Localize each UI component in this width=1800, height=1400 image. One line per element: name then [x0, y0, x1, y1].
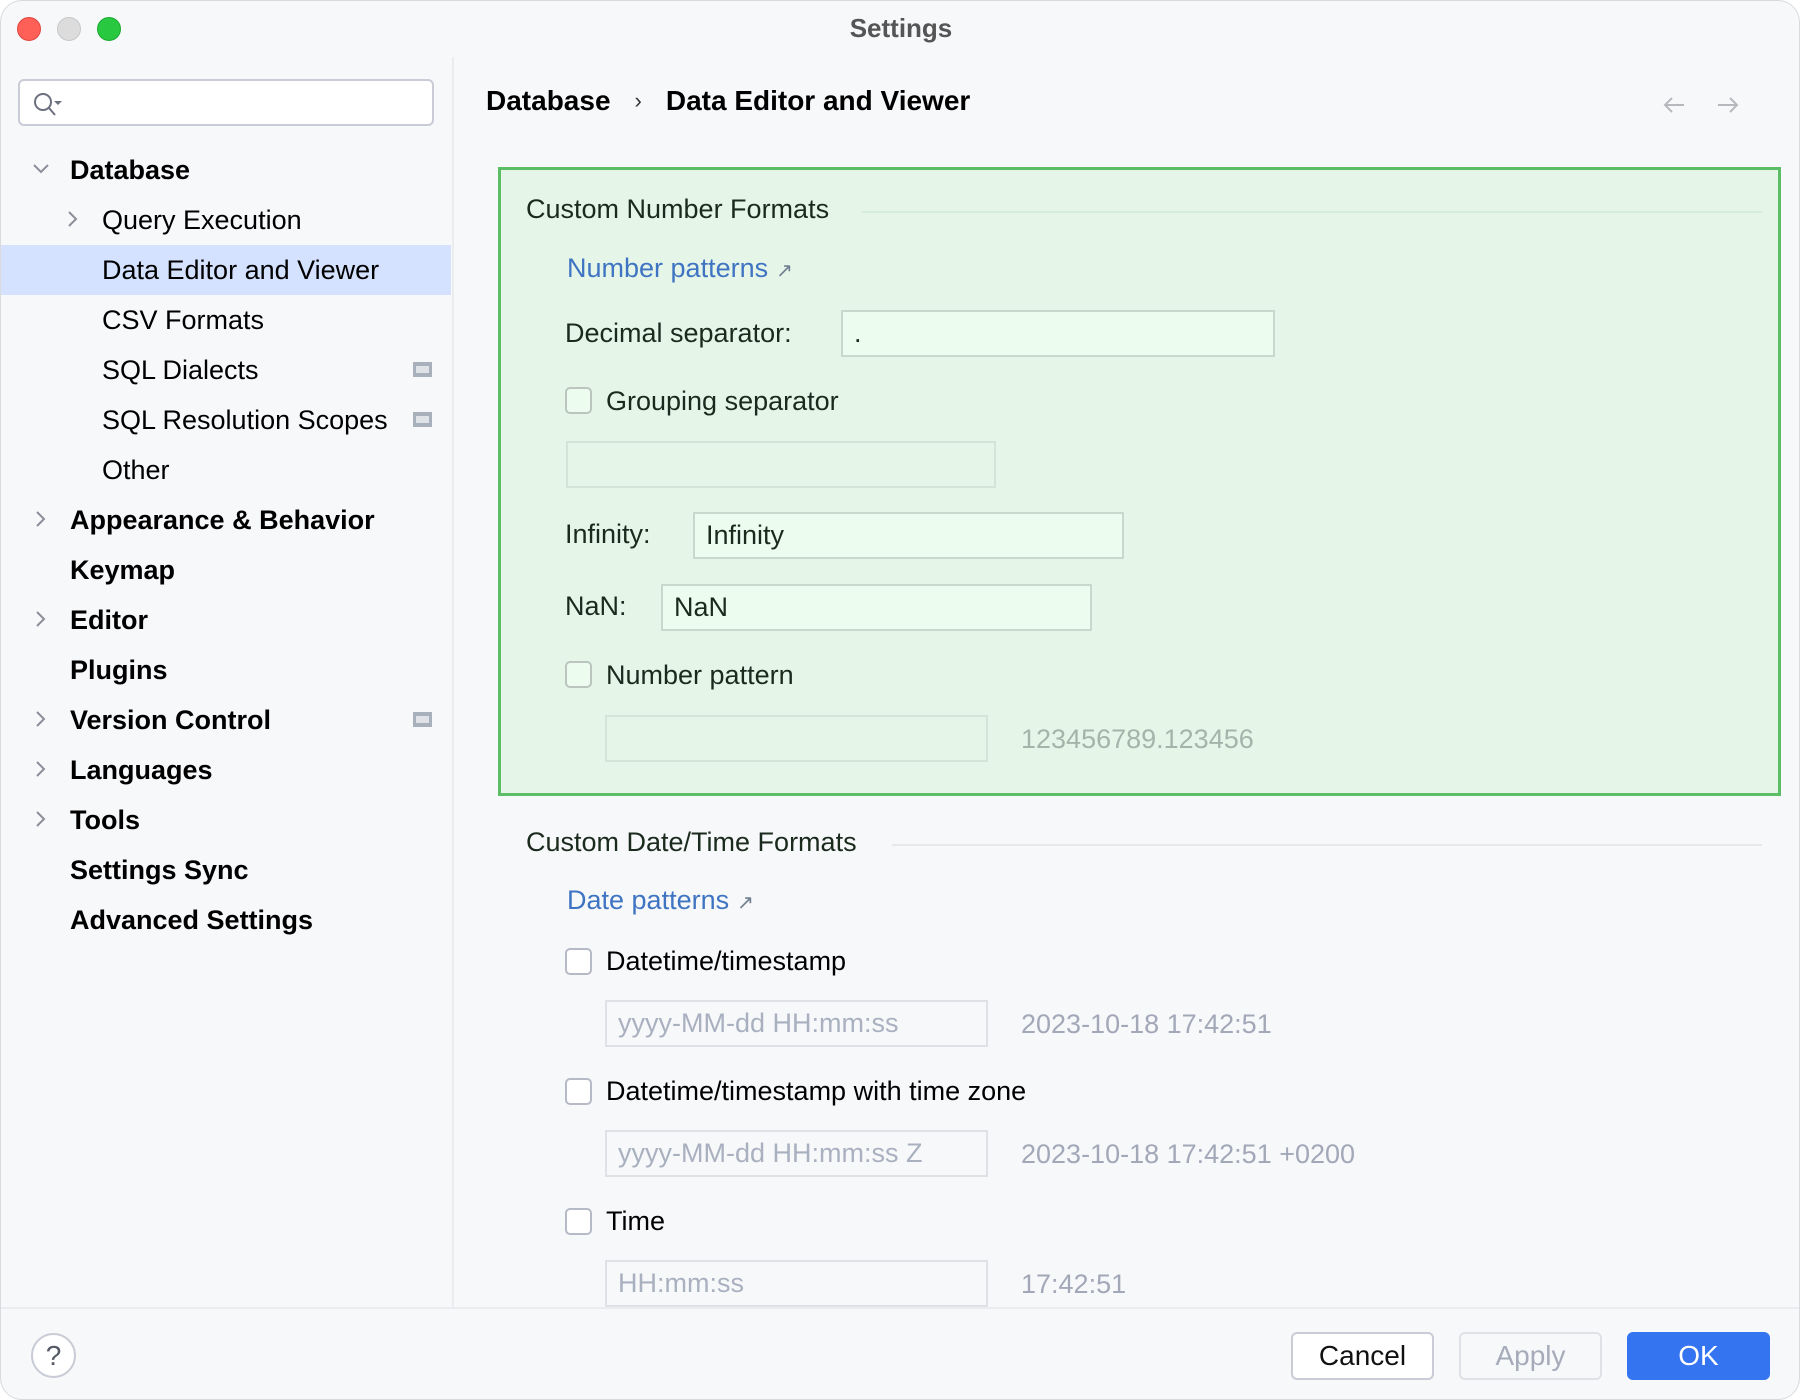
sidebar-item-database[interactable]: Database: [1, 145, 451, 195]
sidebar-item-version-control[interactable]: Version Control: [1, 695, 451, 745]
sidebar-item-plugins[interactable]: Plugins: [1, 645, 451, 695]
external-link-icon: ↗: [737, 892, 754, 914]
search-icon: [34, 93, 62, 116]
arrow-right-icon[interactable]: [1716, 95, 1740, 115]
external-link-icon: ↗: [776, 260, 793, 282]
sidebar-item-label: Data Editor and Viewer: [102, 255, 380, 285]
date-patterns-link-text: Date patterns: [567, 885, 730, 915]
breadcrumb-current: Data Editor and Viewer: [665, 85, 971, 116]
sidebar-item-label: CSV Formats: [102, 305, 265, 335]
settings-search-input[interactable]: [18, 79, 434, 126]
sidebar-item-label: Settings Sync: [70, 855, 249, 885]
chevron-right-icon[interactable]: [31, 595, 51, 645]
sidebar-item-label: Languages: [70, 755, 213, 785]
chevron-right-icon[interactable]: [31, 745, 51, 795]
number-patterns-link[interactable]: Number patterns ↗: [567, 253, 793, 284]
chevron-right-icon[interactable]: [31, 795, 51, 845]
window-title: Settings: [849, 13, 953, 43]
nan-label: NaN:: [565, 591, 627, 621]
decimal-separator-input[interactable]: .: [841, 310, 1275, 357]
title-bar: Settings: [1, 1, 1799, 57]
sidebar-item-label: SQL Resolution Scopes: [102, 405, 388, 435]
number-pattern-checkbox[interactable]: [565, 661, 592, 688]
sidebar-item-appearance-behavior[interactable]: Appearance & Behavior: [1, 495, 451, 545]
datetime-pattern-input[interactable]: yyyy-MM-dd HH:mm:ss: [605, 1000, 988, 1047]
grouping-separator-input[interactable]: [566, 441, 996, 488]
sidebar: Database Query Execution Data Editor and V…: [1, 57, 452, 1307]
sidebar-item-settings-sync[interactable]: Settings Sync: [1, 845, 451, 895]
number-pattern-sample: 123456789.123456: [1021, 724, 1254, 754]
sidebar-item-label: Database: [70, 155, 191, 185]
datetime-tz-pattern-input[interactable]: yyyy-MM-dd HH:mm:ss Z: [605, 1130, 988, 1177]
datetime-tz-checkbox[interactable]: [565, 1078, 592, 1105]
sidebar-item-label: Version Control: [70, 705, 272, 735]
sidebar-item-sql-resolution-scopes[interactable]: SQL Resolution Scopes: [1, 395, 451, 445]
number-pattern-label[interactable]: Number pattern: [606, 660, 794, 691]
sidebar-item-label: Other: [102, 455, 170, 485]
sidebar-item-label: Advanced Settings: [70, 905, 314, 935]
sidebar-item-label: Keymap: [70, 555, 176, 585]
nan-input[interactable]: NaN: [661, 584, 1092, 631]
content-pane: Database › Data Editor and Viewer Custom…: [454, 57, 1799, 1307]
sidebar-item-label: Appearance & Behavior: [70, 505, 375, 535]
help-button[interactable]: ?: [31, 1333, 76, 1378]
sidebar-item-label: SQL Dialects: [102, 355, 259, 385]
settings-window: Settings Database Query Execution Data Edi…: [0, 0, 1800, 1400]
apply-button[interactable]: Apply: [1459, 1332, 1602, 1380]
arrow-left-icon[interactable]: [1662, 95, 1686, 115]
ok-button[interactable]: OK: [1627, 1332, 1770, 1380]
time-sample: 17:42:51: [1021, 1269, 1127, 1299]
sidebar-item-query-execution[interactable]: Query Execution: [1, 195, 451, 245]
project-level-icon: [413, 412, 432, 427]
cancel-button[interactable]: Cancel: [1291, 1332, 1434, 1380]
sidebar-item-data-editor-and-viewer[interactable]: Data Editor and Viewer: [1, 245, 451, 295]
datetime-label[interactable]: Datetime/timestamp: [606, 946, 846, 977]
sidebar-item-csv-formats[interactable]: CSV Formats: [1, 295, 451, 345]
datetime-tz-label[interactable]: Datetime/timestamp with time zone: [606, 1076, 1026, 1107]
breadcrumb-separator: ›: [634, 88, 642, 113]
history-navigation: [1662, 95, 1740, 115]
section-divider: [892, 844, 1762, 846]
date-patterns-link[interactable]: Date patterns ↗: [567, 885, 754, 916]
time-pattern-input[interactable]: HH:mm:ss: [605, 1260, 988, 1307]
sidebar-item-label: Query Execution: [102, 205, 302, 235]
chevron-right-icon[interactable]: [63, 195, 83, 245]
custom-number-formats-title: Custom Number Formats: [526, 194, 830, 224]
chevron-down-icon[interactable]: [31, 145, 51, 195]
grouping-separator-label[interactable]: Grouping separator: [606, 386, 839, 417]
sidebar-item-label: Plugins: [70, 655, 168, 685]
custom-datetime-formats-title: Custom Date/Time Formats: [526, 827, 857, 857]
datetime-sample: 2023-10-18 17:42:51: [1021, 1009, 1272, 1039]
decimal-separator-label: Decimal separator:: [565, 318, 792, 348]
chevron-right-icon[interactable]: [31, 495, 51, 545]
section-divider: [862, 211, 1762, 213]
sidebar-item-sql-dialects[interactable]: SQL Dialects: [1, 345, 451, 395]
footer-divider: [1, 1307, 1799, 1309]
sidebar-item-keymap[interactable]: Keymap: [1, 545, 451, 595]
time-checkbox[interactable]: [565, 1208, 592, 1235]
project-level-icon: [413, 712, 432, 727]
number-pattern-input[interactable]: [605, 715, 988, 762]
number-patterns-link-text: Number patterns: [567, 253, 769, 283]
sidebar-item-tools[interactable]: Tools: [1, 795, 451, 845]
sidebar-item-label: Tools: [70, 805, 140, 835]
project-level-icon: [413, 362, 432, 377]
breadcrumb: Database › Data Editor and Viewer: [486, 85, 970, 117]
sidebar-item-advanced-settings[interactable]: Advanced Settings: [1, 895, 451, 945]
sidebar-item-other[interactable]: Other: [1, 445, 451, 495]
sidebar-item-label: Editor: [70, 605, 148, 635]
breadcrumb-database[interactable]: Database: [486, 85, 611, 117]
time-label[interactable]: Time: [606, 1206, 665, 1237]
datetime-tz-sample: 2023-10-18 17:42:51 +0200: [1021, 1139, 1356, 1169]
settings-tree: Database Query Execution Data Editor and V…: [1, 145, 451, 945]
grouping-separator-checkbox[interactable]: [565, 387, 592, 414]
datetime-checkbox[interactable]: [565, 948, 592, 975]
infinity-input[interactable]: Infinity: [693, 512, 1124, 559]
chevron-right-icon[interactable]: [31, 695, 51, 745]
infinity-label: Infinity:: [565, 519, 651, 549]
sidebar-item-editor[interactable]: Editor: [1, 595, 451, 645]
sidebar-item-languages[interactable]: Languages: [1, 745, 451, 795]
